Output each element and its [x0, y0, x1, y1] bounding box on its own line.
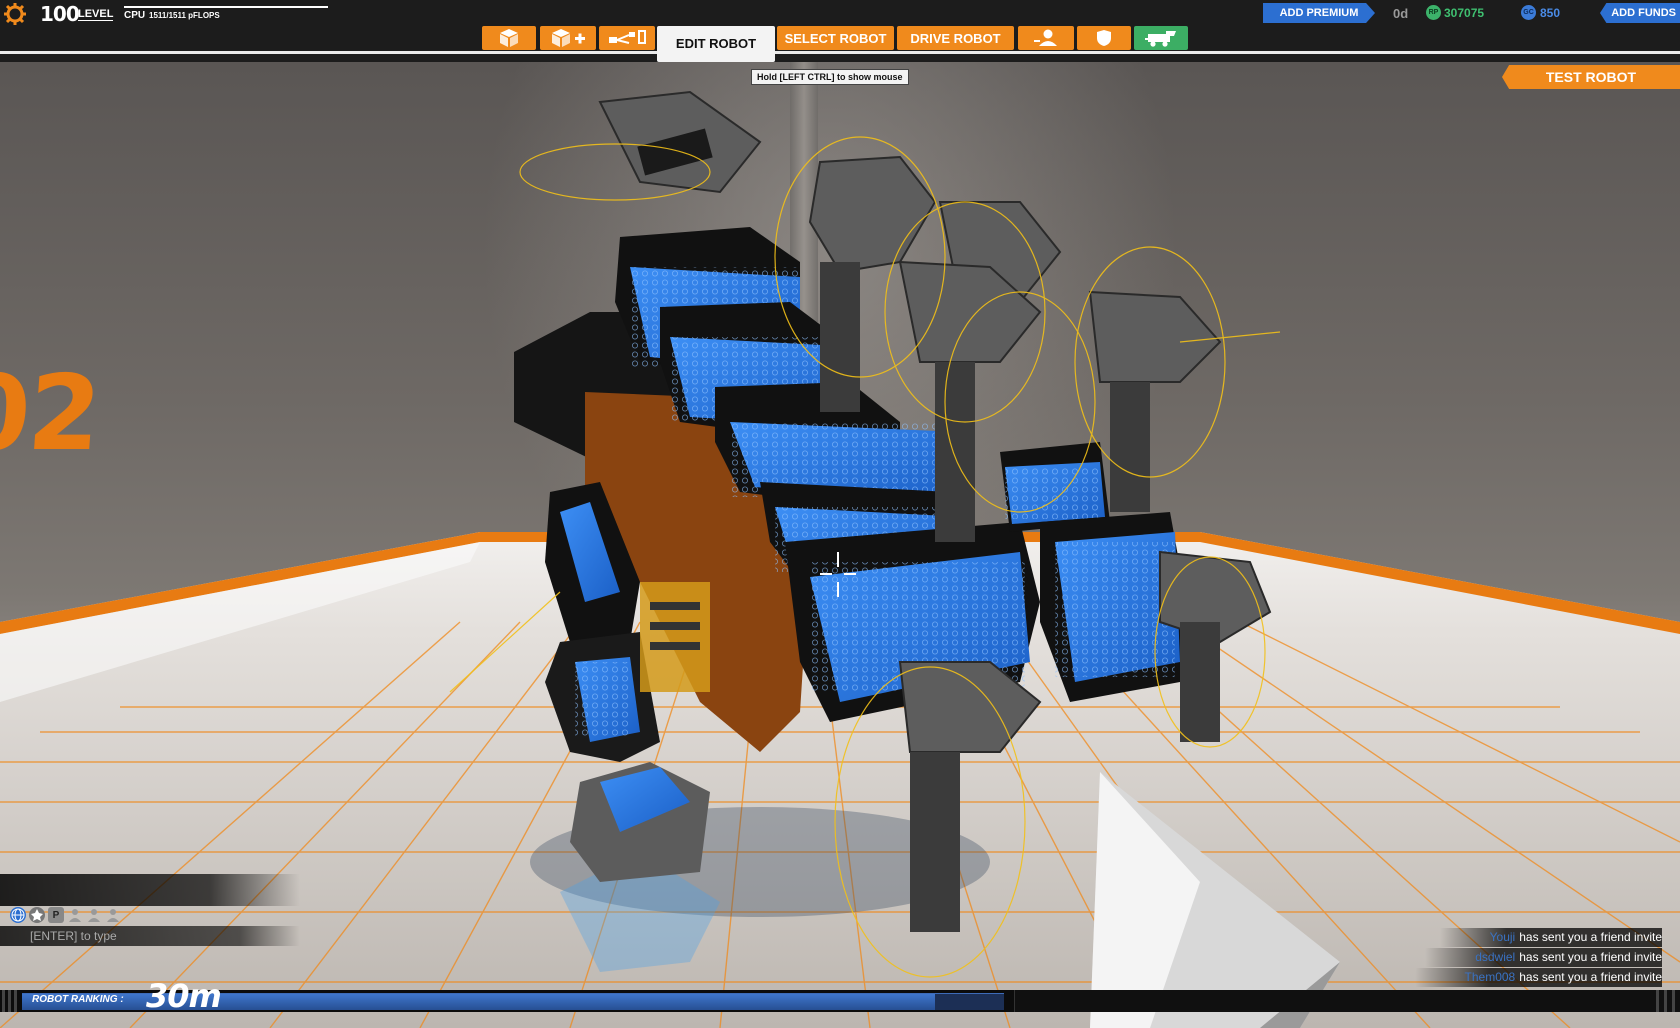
ranking-value: 30m [146, 977, 222, 1015]
notification-sender: dsdwiel [1475, 950, 1516, 964]
friend-icon-1[interactable] [67, 907, 83, 923]
tab-cube-add[interactable] [540, 26, 596, 50]
ranking-stripe [14, 990, 17, 1012]
friend-invite-notification[interactable]: Them008 has sent you a friend invite [1414, 968, 1662, 987]
add-funds-button[interactable]: ADD FUNDS [1600, 3, 1680, 23]
chat-log [0, 874, 300, 906]
add-premium-button[interactable]: ADD PREMIUM [1263, 3, 1375, 23]
top-bar-divider [0, 51, 1680, 54]
ranking-stripe [1656, 990, 1659, 1012]
tab-garage[interactable] [1134, 26, 1188, 50]
player-level: 100 [40, 2, 80, 26]
garage-icon [1145, 31, 1176, 47]
tab-drive-robot[interactable]: DRIVE ROBOT [897, 26, 1014, 50]
gear-icon[interactable] [4, 3, 26, 25]
shield-icon [1097, 30, 1111, 46]
premium-days: 0d [1393, 6, 1409, 21]
player-level-label: LEVEL [78, 8, 114, 21]
ranking-stripe [2, 990, 5, 1012]
robit-points-value: 307075 [1444, 6, 1485, 20]
test-robot-button[interactable]: TEST ROBOT [1502, 65, 1680, 89]
mouse-hint: Hold [LEFT CTRL] to show mouse [751, 69, 909, 85]
ranking-stripe [1664, 990, 1667, 1012]
ranking-stripe [1672, 990, 1675, 1012]
notification-text: has sent you a friend invite [1519, 930, 1662, 944]
cpu-bar-fill [124, 6, 328, 8]
tab-player[interactable] [1018, 26, 1074, 50]
notification-sender: Youji [1489, 930, 1516, 944]
globe-icon[interactable] [10, 907, 26, 923]
friend-icon-2[interactable] [86, 907, 102, 923]
friend-icon-3[interactable] [105, 907, 121, 923]
friend-invite-notification[interactable]: dsdwiel has sent you a friend invite [1425, 948, 1662, 967]
tab-shield[interactable] [1077, 26, 1131, 50]
cube-add-icon [552, 29, 585, 47]
ranking-stripe [8, 990, 11, 1012]
chat-input[interactable]: [ENTER] to type [0, 926, 300, 946]
cpu-label: CPU [124, 10, 146, 21]
notification-text: has sent you a friend invite [1519, 950, 1662, 964]
tab-connect[interactable] [599, 26, 655, 50]
clan-icon[interactable] [29, 907, 45, 923]
chat-channel-icons: P [10, 907, 121, 925]
player-icon [1034, 29, 1057, 46]
friend-invite-notification[interactable]: Youji has sent you a friend invite [1439, 928, 1662, 947]
ranking-label: ROBOT RANKING : [32, 994, 124, 1005]
cpu-value: 1511/1511 pFLOPS [149, 11, 220, 20]
galaxy-coins-icon: GC [1521, 5, 1536, 20]
ranking-right-panel [1014, 990, 1680, 1012]
tab-cube[interactable] [482, 26, 536, 50]
notification-text: has sent you a friend invite [1519, 970, 1662, 984]
robit-points-icon: RP [1426, 5, 1441, 20]
tab-edit-robot[interactable]: EDIT ROBOT [657, 26, 775, 62]
party-icon[interactable]: P [48, 907, 64, 923]
cpu-bar [124, 6, 328, 8]
cube-icon [500, 29, 518, 47]
notification-sender: Them008 [1464, 970, 1516, 984]
connect-icon [609, 30, 646, 44]
tab-select-robot[interactable]: SELECT ROBOT [777, 26, 894, 50]
galaxy-coins-value: 850 [1540, 6, 1561, 20]
